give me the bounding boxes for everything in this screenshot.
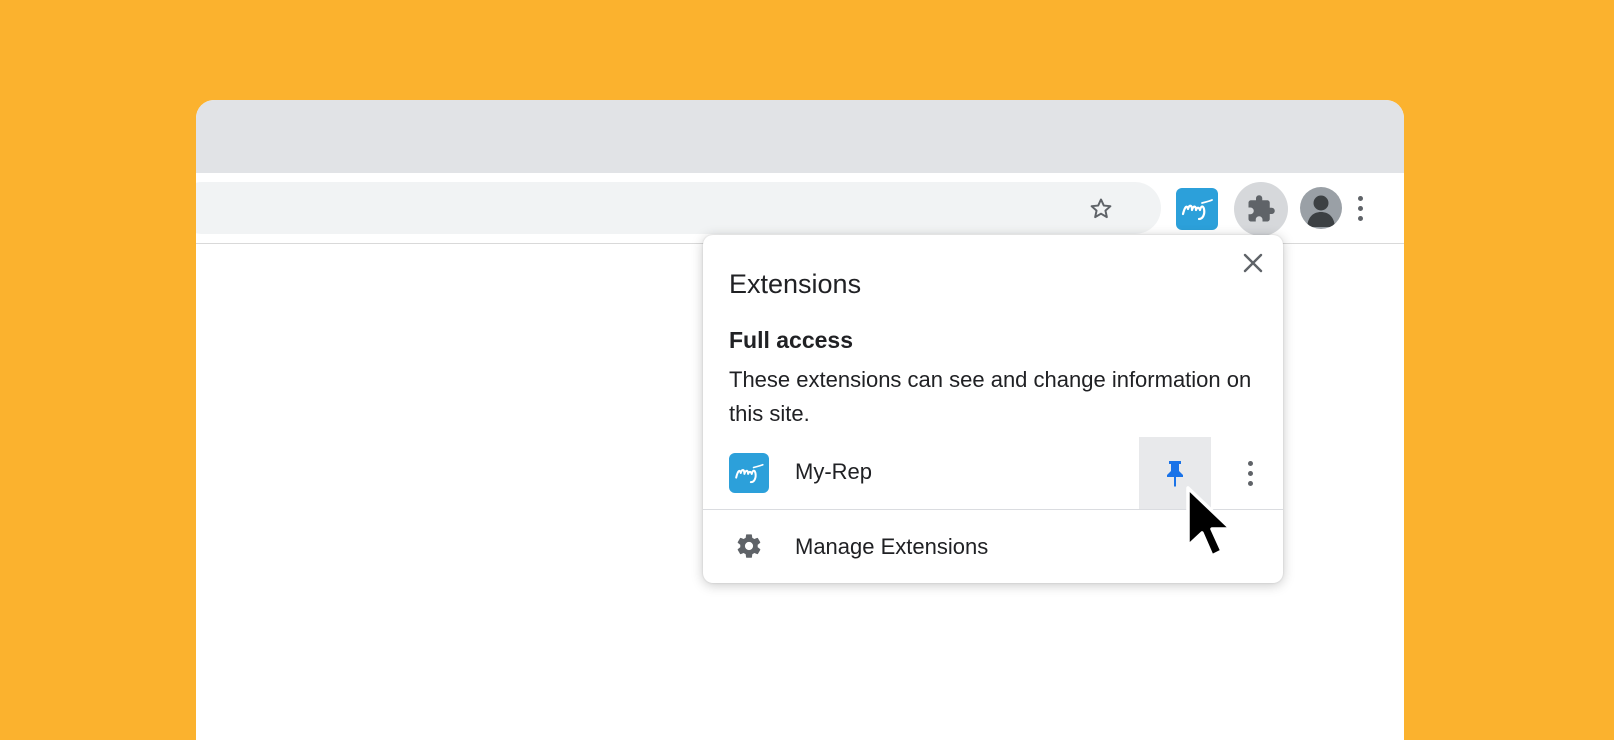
puzzle-piece-icon: [1248, 195, 1275, 222]
tab-strip: [196, 100, 1404, 173]
browser-menu-button[interactable]: [1346, 187, 1374, 229]
popup-title: Extensions: [729, 269, 862, 299]
browser-toolbar: [196, 173, 1404, 244]
extensions-button[interactable]: [1234, 182, 1288, 236]
profile-avatar[interactable]: [1300, 187, 1342, 229]
gear-icon: [735, 532, 763, 560]
vertical-dots-icon: [1247, 460, 1253, 486]
section-description: These extensions can see and change info…: [729, 367, 1252, 426]
my-rep-logo-icon: [1181, 199, 1213, 221]
bookmark-star-icon[interactable]: [1088, 196, 1114, 222]
my-rep-logo-icon: [729, 453, 769, 493]
vertical-dots-icon: [1357, 195, 1363, 221]
my-rep-extension-button[interactable]: [1176, 188, 1218, 230]
extension-name: My-Rep: [795, 459, 873, 484]
manage-extensions-label: Manage Extensions: [795, 534, 989, 559]
address-bar[interactable]: [196, 182, 1161, 234]
close-icon[interactable]: [1239, 249, 1267, 277]
section-heading: Full access: [729, 327, 854, 353]
mouse-cursor-icon: [1186, 486, 1233, 558]
avatar-icon: [1307, 195, 1335, 227]
